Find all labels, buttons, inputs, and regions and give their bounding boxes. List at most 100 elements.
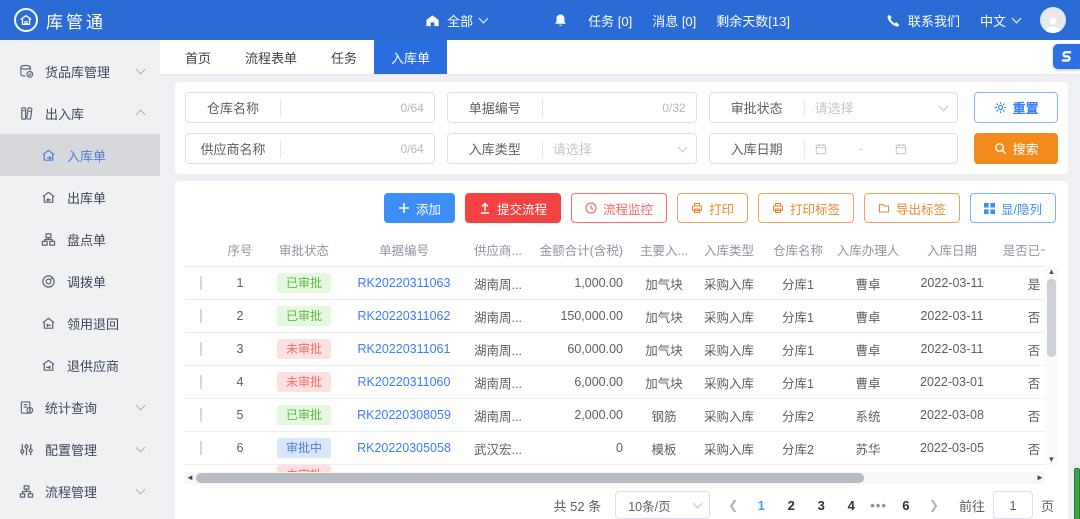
sidebar-item-label: 调拨单: [67, 272, 106, 291]
chevron-down-icon: [136, 401, 146, 411]
sidebar-item-goods-management[interactable]: 货品库管理: [0, 50, 160, 92]
notifications-bell[interactable]: [553, 13, 568, 28]
document-number-link[interactable]: RK20220311062: [358, 309, 451, 323]
row-checkbox[interactable]: [200, 342, 202, 356]
sidebar-item-requisition-return[interactable]: 领用退回: [0, 302, 160, 344]
chevron-down-icon: [136, 443, 146, 453]
document-number-link[interactable]: RK20220311061: [358, 342, 451, 356]
date-start-input[interactable]: [815, 143, 827, 155]
inbound-type-cell: 采购入库: [693, 439, 765, 458]
add-button[interactable]: 添加: [384, 193, 455, 223]
date-end-input[interactable]: [895, 143, 907, 155]
show-hide-columns-button[interactable]: 显/隐列: [970, 193, 1056, 223]
horizontal-scrollbar-thumb[interactable]: [196, 473, 864, 483]
sidebar-item-return-to-supplier[interactable]: 退供应商: [0, 344, 160, 386]
bell-icon: [553, 13, 568, 28]
warehouse-name-field[interactable]: 仓库名称 0/64: [185, 92, 435, 123]
tab-home[interactable]: 首页: [168, 40, 228, 74]
sidebar-item-outbound-order[interactable]: 出库单: [0, 176, 160, 218]
sidebar-item-transfer-order[interactable]: 调拨单: [0, 260, 160, 302]
more-pages-ellipsis[interactable]: •••: [870, 498, 887, 513]
sliders-icon: [18, 441, 35, 458]
page-number-4[interactable]: 4: [840, 498, 862, 513]
sidebar-item-workflow-management[interactable]: 流程管理: [0, 470, 160, 512]
workflow-monitor-button[interactable]: 流程监控: [571, 193, 667, 223]
previous-page-button[interactable]: ❮: [724, 498, 742, 512]
sidebar-item-configuration[interactable]: 配置管理: [0, 428, 160, 470]
search-button[interactable]: 搜索: [974, 133, 1058, 164]
next-page-button[interactable]: ❯: [925, 498, 943, 512]
document-number-link[interactable]: RK20220305058: [357, 441, 451, 455]
page-number-6[interactable]: 6: [895, 498, 917, 513]
document-number-field[interactable]: 单据编号 0/32: [447, 92, 697, 123]
row-checkbox[interactable]: [200, 276, 202, 290]
inbound-type-select[interactable]: 请选择: [543, 134, 696, 163]
page-scrollbar-thumb[interactable]: [1074, 468, 1080, 519]
goto-page-input[interactable]: [993, 491, 1033, 519]
reset-button[interactable]: 重置: [974, 92, 1058, 123]
document-number-link[interactable]: RK20220311060: [358, 375, 451, 389]
sidebar-item-in-out-warehouse[interactable]: 出入库: [0, 92, 160, 134]
tab-workflow-forms[interactable]: 流程表单: [228, 40, 314, 74]
export-label-button[interactable]: 导出标签: [864, 193, 960, 223]
status-badge: 未审批: [277, 339, 331, 359]
document-number-input[interactable]: 0/32: [543, 93, 696, 122]
language-selector[interactable]: 中文: [980, 11, 1020, 30]
approval-status-select[interactable]: 请选择: [805, 93, 958, 122]
tasks-menu[interactable]: 任务 [0]: [588, 11, 632, 30]
inbound-date-field[interactable]: 入库日期 -: [709, 133, 959, 164]
supplier-name-field[interactable]: 供应商名称 0/64: [185, 133, 435, 164]
tab-tasks[interactable]: 任务: [314, 40, 374, 74]
chevron-up-icon: [136, 110, 146, 120]
vertical-scrollbar[interactable]: ▲ ▼: [1045, 267, 1058, 465]
row-checkbox[interactable]: [200, 309, 202, 323]
approval-status-field[interactable]: 审批状态 请选择: [709, 92, 959, 123]
document-number-link[interactable]: RK20220311063: [358, 276, 451, 290]
main-item-cell: 加气块: [635, 340, 693, 359]
table-header-row: 序号 审批状态 单据编号 供应商... 金额合计(含税) 主要入... 入库类型…: [185, 233, 1045, 267]
column-header-handler: 入库办理人: [831, 240, 905, 259]
warehouse-name-label: 仓库名称: [186, 98, 280, 117]
scroll-down-arrow-icon[interactable]: ▼: [1045, 455, 1058, 465]
inbound-type-label: 入库类型: [448, 139, 542, 158]
scroll-right-arrow-icon[interactable]: ►: [1035, 472, 1045, 484]
data-table: 序号 审批状态 单据编号 供应商... 金额合计(含税) 主要入... 入库类型…: [185, 233, 1058, 484]
page-size-select[interactable]: 10条/页: [615, 491, 710, 519]
warehouse-name-input[interactable]: 0/64: [281, 93, 434, 122]
vertical-scrollbar-thumb[interactable]: [1047, 279, 1056, 357]
table-scroll-area[interactable]: 序号 审批状态 单据编号 供应商... 金额合计(含税) 主要入... 入库类型…: [185, 233, 1045, 484]
scroll-up-arrow-icon[interactable]: ▲: [1045, 267, 1058, 277]
inbound-type-field[interactable]: 入库类型 请选择: [447, 133, 697, 164]
supplier-cell: 湖南周...: [463, 340, 533, 359]
row-checkbox[interactable]: [200, 408, 202, 422]
page-number-3[interactable]: 3: [810, 498, 832, 513]
print-label-button[interactable]: 打印标签: [758, 193, 854, 223]
onekey-cell: 是: [999, 274, 1045, 293]
handler-cell: 曹卓: [831, 340, 905, 359]
tab-inbound-order[interactable]: 入库单: [374, 40, 447, 74]
submit-workflow-button[interactable]: 提交流程: [465, 193, 561, 223]
scope-selector[interactable]: 全部: [425, 11, 487, 30]
plus-icon: [398, 202, 410, 214]
document-number-link[interactable]: RK20220308059: [357, 408, 451, 422]
goto-suffix-label: 页: [1041, 496, 1054, 515]
inbound-date-range[interactable]: -: [805, 134, 958, 163]
user-avatar[interactable]: [1040, 7, 1066, 33]
tab-bar: 首页 流程表单 任务 入库单: [160, 40, 1080, 75]
row-checkbox[interactable]: [200, 375, 202, 389]
print-button[interactable]: 打印: [677, 193, 748, 223]
horizontal-scrollbar[interactable]: ◄ ►: [185, 472, 1045, 484]
row-checkbox[interactable]: [200, 441, 202, 455]
floating-widget-button[interactable]: [1053, 44, 1080, 69]
sidebar-item-inbound-order[interactable]: 入库单: [0, 134, 160, 176]
page-number-2[interactable]: 2: [780, 498, 802, 513]
onekey-cell: 否: [999, 307, 1045, 326]
sidebar-item-statistics-query[interactable]: 统计查询: [0, 386, 160, 428]
scroll-left-arrow-icon[interactable]: ◄: [185, 472, 195, 484]
messages-menu[interactable]: 消息 [0]: [652, 11, 696, 30]
supplier-name-input[interactable]: 0/64: [281, 134, 434, 163]
sidebar-item-stocktake-order[interactable]: 盘点单: [0, 218, 160, 260]
sidebar-item-label: 出入库: [45, 104, 84, 123]
contact-us-link[interactable]: 联系我们: [886, 11, 960, 30]
page-number-1[interactable]: 1: [750, 498, 772, 513]
